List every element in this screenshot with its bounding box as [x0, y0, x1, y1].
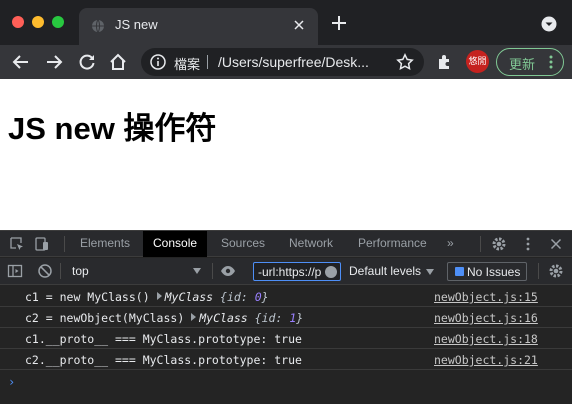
eye-icon[interactable]	[220, 263, 236, 279]
log-row: c1.__proto__ === MyClass.prototype: true…	[0, 328, 572, 349]
globe-icon	[92, 19, 104, 33]
issues-label: No Issues	[467, 265, 521, 279]
bookmark-star-icon[interactable]	[396, 53, 414, 71]
object-value: 0	[254, 290, 262, 304]
more-vert-icon[interactable]	[520, 236, 536, 252]
reload-icon[interactable]	[77, 52, 97, 72]
console-prompt[interactable]: ›	[8, 375, 15, 389]
more-tabs-button[interactable]: »	[437, 231, 464, 257]
site-info-label: 檔案	[174, 57, 201, 72]
source-link[interactable]: newObject.js:15	[434, 290, 538, 304]
context-select[interactable]: top	[66, 262, 205, 280]
tab-search-icon[interactable]	[541, 16, 557, 32]
device-toolbar-icon[interactable]	[34, 236, 50, 252]
close-window-button[interactable]	[12, 16, 24, 28]
url-text: /Users/superfree/Desk...	[218, 54, 369, 70]
divider	[480, 236, 481, 252]
log-text: c1 = new MyClass()	[25, 290, 150, 304]
forward-icon[interactable]	[44, 52, 64, 72]
source-link[interactable]: newObject.js:21	[434, 353, 538, 367]
gear-icon[interactable]	[491, 236, 507, 252]
clear-console-icon[interactable]	[37, 263, 53, 279]
source-link[interactable]: newObject.js:16	[434, 311, 538, 325]
more-vert-icon	[549, 55, 553, 69]
tab-title: JS new	[115, 17, 158, 32]
extensions-puzzle-icon[interactable]	[436, 53, 454, 71]
object-name[interactable]: MyClass	[199, 311, 247, 325]
sidebar-toggle-icon[interactable]	[7, 263, 23, 279]
divider	[212, 263, 213, 279]
object-key: id	[261, 311, 276, 325]
avatar[interactable]: 悠閒	[466, 50, 489, 73]
console-output: c1 = new MyClass() MyClass {id: 0} newObj…	[0, 286, 572, 404]
page-title: JS new 操作符	[8, 111, 217, 146]
maximize-window-button[interactable]	[52, 16, 64, 28]
address-bar[interactable]: 檔案 /Users/superfree/Desk...	[141, 48, 424, 76]
divider	[538, 263, 539, 279]
devtools-tabbar: Elements Console Sources Network Perform…	[0, 231, 572, 257]
issues-icon	[455, 267, 464, 276]
tab-console[interactable]: Console	[143, 231, 208, 257]
close-icon[interactable]	[292, 18, 306, 32]
devtools-panel: Elements Console Sources Network Perform…	[0, 230, 572, 404]
browser-tab[interactable]: JS new	[79, 8, 318, 45]
console-filter-bar: top -url:https://p Default levels No Iss…	[0, 258, 572, 285]
new-tab-icon[interactable]	[331, 15, 347, 31]
page-content: JS new 操作符	[0, 79, 572, 230]
info-icon[interactable]	[150, 54, 166, 70]
tab-performance[interactable]: Performance	[348, 231, 437, 257]
filter-text: -url:https://p	[258, 265, 322, 279]
object-key: id	[226, 290, 241, 304]
minimize-window-button[interactable]	[32, 16, 44, 28]
update-button[interactable]: 更新	[496, 48, 564, 76]
log-levels-dropdown[interactable]: Default levels	[349, 264, 421, 278]
home-icon[interactable]	[108, 52, 128, 72]
source-link[interactable]: newObject.js:18	[434, 332, 538, 346]
divider	[60, 263, 61, 279]
close-icon[interactable]	[548, 236, 564, 252]
expand-triangle-icon[interactable]	[156, 292, 162, 300]
divider	[207, 55, 208, 69]
back-icon[interactable]	[11, 52, 31, 72]
tab-sources[interactable]: Sources	[211, 231, 275, 257]
log-text: c2 = newObject(MyClass)	[25, 311, 185, 325]
log-text: c1.__proto__ === MyClass.prototype: true	[25, 332, 302, 346]
log-row: c2.__proto__ === MyClass.prototype: true…	[0, 349, 572, 370]
update-label: 更新	[509, 57, 536, 72]
log-text: c2.__proto__ === MyClass.prototype: true	[25, 353, 302, 367]
caret-down-icon	[193, 268, 201, 274]
tab-network[interactable]: Network	[279, 231, 343, 257]
log-row: c1 = new MyClass() MyClass {id: 0} newObj…	[0, 286, 572, 307]
tab-strip: JS new	[0, 0, 572, 45]
console-settings-gear-icon[interactable]	[548, 263, 564, 279]
context-label: top	[72, 264, 89, 278]
log-row: c2 = newObject(MyClass) MyClass {id: 1} n…	[0, 307, 572, 328]
console-filter-input[interactable]: -url:https://p	[253, 262, 341, 281]
caret-down-icon	[426, 269, 434, 275]
clear-filter-icon[interactable]	[325, 266, 337, 278]
object-name[interactable]: MyClass	[165, 290, 213, 304]
issues-button[interactable]: No Issues	[447, 262, 527, 281]
inspect-element-icon[interactable]	[9, 236, 25, 252]
expand-triangle-icon[interactable]	[191, 313, 197, 321]
browser-toolbar: 檔案 /Users/superfree/Desk... 悠閒 更新	[0, 45, 572, 79]
divider	[64, 236, 65, 252]
tab-elements[interactable]: Elements	[70, 231, 140, 257]
